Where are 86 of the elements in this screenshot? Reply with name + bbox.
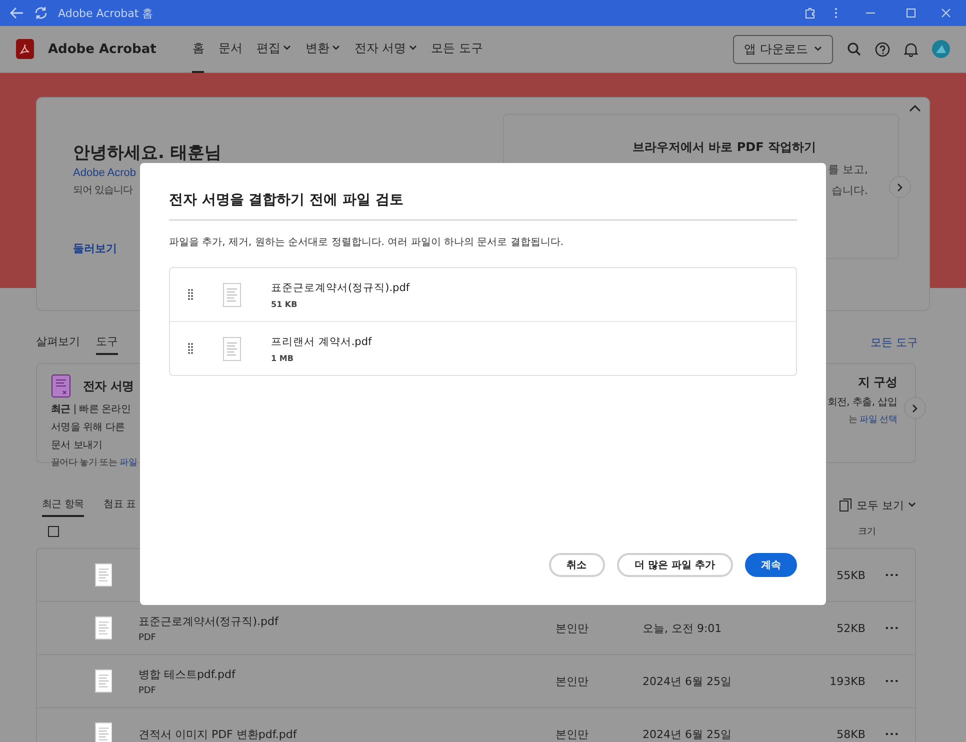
acrobat-logo-icon: [16, 39, 34, 59]
file-size: 52KB: [836, 622, 866, 634]
file-type: PDF: [138, 632, 157, 642]
nav-tab[interactable]: 편집: [256, 26, 292, 72]
file-size: 1 MB: [271, 354, 294, 362]
download-app-button[interactable]: 앱 다운로드: [733, 34, 833, 64]
tool-description: 서명을 위해 다른: [51, 421, 125, 434]
tool-hint: 끌어다 놓기 또는 파일: [51, 457, 137, 469]
choose-file-link[interactable]: 파일 선택: [860, 415, 897, 425]
puzzle-icon[interactable]: [804, 7, 816, 19]
tool-description: 회전, 추출, 삽입: [827, 396, 897, 409]
all-tools-link[interactable]: 모든 도구: [870, 335, 918, 350]
more-icon[interactable]: [885, 573, 899, 577]
back-arrow-icon[interactable]: [10, 7, 24, 19]
collapse-chevron-icon[interactable]: [909, 104, 921, 112]
sharing-status: 본인만: [555, 728, 588, 740]
tool-description: 최근 | 빠른 온라인: [51, 403, 131, 416]
caret-icon: [814, 46, 822, 52]
file-row[interactable]: 표준근로계약서(정규직).pdf 51 KB: [170, 268, 796, 322]
file-row[interactable]: 프리랜서 계약서.pdf 1 MB: [170, 322, 796, 375]
intro-link[interactable]: Adobe Acrob: [73, 166, 136, 179]
file-size: 55KB: [836, 568, 866, 582]
file-size: 58KB: [836, 728, 866, 740]
nav-tab[interactable]: 모든 도구: [431, 26, 484, 72]
view-all-link[interactable]: 모두 보기: [856, 498, 904, 512]
file-name: 표준근로계약서(정규직).pdf: [271, 280, 410, 294]
document-thumbnail-icon: [223, 336, 241, 360]
dialog-button[interactable]: 더 많은 파일 추가: [616, 553, 733, 577]
search-icon[interactable]: [847, 42, 861, 56]
tool-title: 전자 서명: [83, 378, 134, 394]
more-icon[interactable]: [885, 679, 899, 683]
dialog-title: 전자 서명을 결합하기 전에 파일 검토: [169, 191, 797, 221]
file-name[interactable]: 견적서 이미지 PDF 변환pdf.pdf: [138, 726, 556, 742]
browser-title: Adobe Acrobat 홈: [58, 6, 154, 20]
file-type: PDF: [138, 686, 157, 696]
modified-date: 2024년 6월 25일: [642, 728, 732, 740]
bell-icon[interactable]: [904, 42, 918, 56]
more-icon[interactable]: [885, 626, 899, 630]
file-thumbnail-icon: [95, 722, 112, 742]
file-size: 193KB: [830, 674, 866, 688]
next-button[interactable]: [904, 397, 926, 419]
file-thumbnail-icon: [95, 563, 112, 587]
list-tab[interactable]: 최근 항목: [42, 493, 84, 517]
next-button[interactable]: [889, 176, 911, 198]
file-name[interactable]: 병합 테스트pdf.pdf: [138, 666, 556, 682]
more-icon[interactable]: [885, 732, 899, 736]
list-tab[interactable]: 첨표 표: [104, 493, 136, 517]
intro-text: 되어 있습니다: [73, 184, 133, 197]
tool-description: 문서 보내기: [51, 439, 102, 452]
copy-icon: [838, 498, 852, 512]
tool-hint: 는 파일 선택: [848, 414, 897, 426]
greeting: 안녕하세요. 태훈님: [73, 144, 222, 163]
caret-icon: [908, 502, 916, 508]
file-thumbnail-icon: [95, 616, 112, 640]
help-icon[interactable]: [875, 42, 890, 56]
refresh-icon[interactable]: [34, 6, 48, 20]
tool-title: 지 구성: [858, 374, 897, 391]
nav-tab[interactable]: 전자 서명: [354, 26, 418, 72]
chevron-right-icon: [897, 182, 903, 192]
choose-file-link[interactable]: 파일: [120, 458, 137, 468]
modified-date: 2024년 6월 25일: [642, 674, 732, 688]
column-header: 크기: [858, 526, 876, 538]
app-name: Adobe Acrobat: [48, 42, 156, 56]
nav-tab[interactable]: 문서: [218, 26, 242, 72]
section-tab[interactable]: 도구: [96, 330, 118, 355]
sharing-status: 본인만: [555, 674, 588, 688]
file-thumbnail-icon: [95, 669, 112, 693]
drag-handle-icon[interactable]: [188, 289, 193, 300]
chevron-right-icon: [912, 404, 918, 412]
promo-text: 를 보고,: [828, 162, 868, 177]
select-all-checkbox[interactable]: [48, 526, 59, 537]
file-name: 프리랜서 계약서.pdf: [271, 334, 372, 348]
sign-document-icon: [51, 374, 71, 398]
section-tab[interactable]: 살펴보기: [36, 330, 80, 355]
promo-text: 습니다.: [832, 183, 868, 198]
continue-button[interactable]: 계속: [745, 553, 797, 577]
dialog-button[interactable]: 취소: [548, 553, 605, 577]
drag-handle-icon[interactable]: [188, 343, 193, 354]
sharing-status: 본인만: [555, 622, 588, 634]
nav-tab[interactable]: 변환: [305, 26, 340, 72]
dialog-description: 파일을 추가, 제거, 원하는 순서대로 정렬합니다. 여러 파일이 하나의 문서로 결합됩니다.: [169, 236, 565, 249]
file-name[interactable]: 표준근로계약서(정규직).pdf: [138, 614, 556, 628]
modified-date: 오늘, 오전 9:01: [642, 622, 722, 634]
file-size: 51 KB: [271, 300, 298, 308]
document-thumbnail-icon: [223, 282, 241, 306]
promo-title: 브라우저에서 바로 PDF 작업하기: [632, 139, 816, 156]
